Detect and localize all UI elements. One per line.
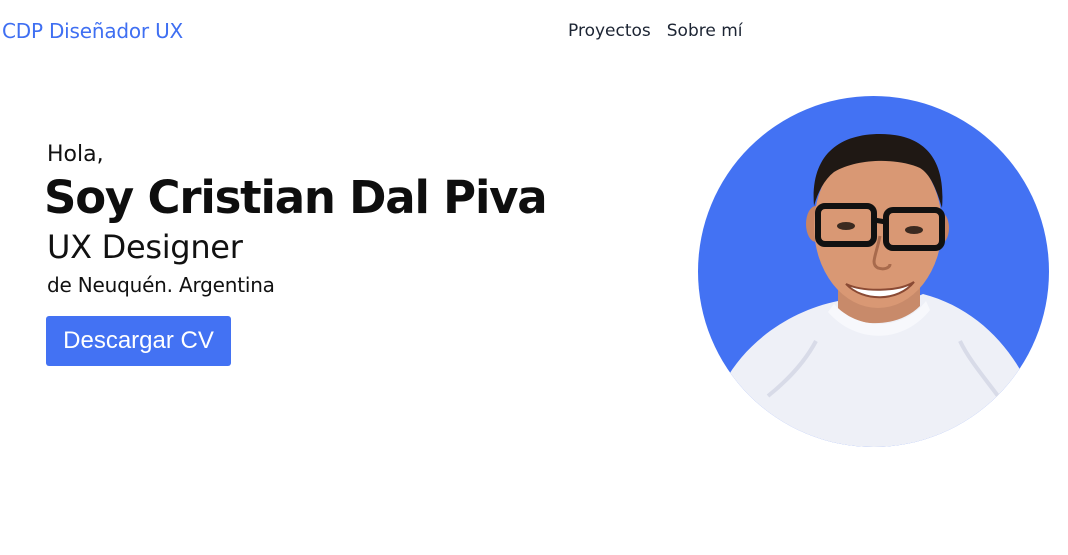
nav-link-sobre-mi[interactable]: Sobre mí: [667, 21, 743, 41]
download-cv-button[interactable]: Descargar CV: [46, 316, 231, 366]
hero-role: UX Designer: [47, 228, 243, 266]
profile-photo: [698, 96, 1049, 447]
profile-photo-illustration: [698, 134, 1049, 447]
hero-section: Hola, Soy Cristian Dal Piva UX Designer …: [44, 140, 548, 366]
brand-link[interactable]: CDP Diseñador UX: [2, 19, 183, 43]
hero-name: Soy Cristian Dal Piva: [44, 171, 548, 224]
main-nav: Proyectos Sobre mí: [568, 21, 743, 41]
greeting-text: Hola,: [47, 142, 104, 167]
hero-location: de Neuquén. Argentina: [47, 273, 275, 297]
page: CDP Diseñador UX Proyectos Sobre mí Hola…: [0, 0, 1068, 555]
nav-link-proyectos[interactable]: Proyectos: [568, 21, 651, 41]
